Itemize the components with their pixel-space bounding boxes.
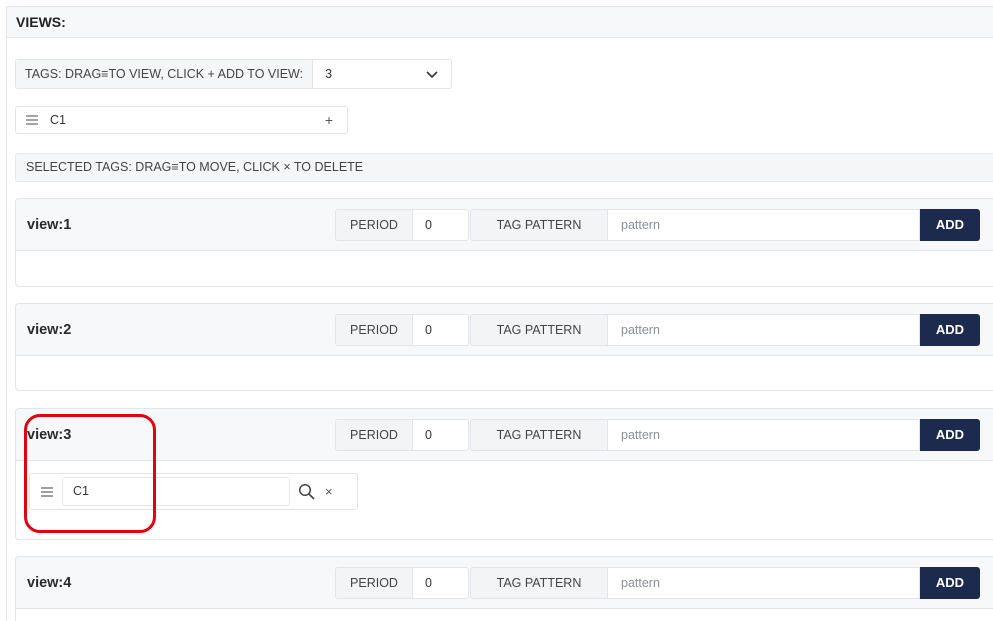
view-tag-c1[interactable]: C1 × [29,473,358,510]
period-input[interactable]: 0 [413,314,469,346]
view-card-header: view:3 PERIOD 0 TAG PATTERN pattern ADD [16,409,993,461]
view-card-3: view:3 PERIOD 0 TAG PATTERN pattern ADD … [15,408,993,540]
chevron-down-icon [426,71,438,79]
tag-pattern-input[interactable]: pattern [608,567,920,599]
views-panel: VIEWS: TAGS: DRAG≡TO VIEW, CLICK + ADD T… [6,6,993,621]
period-input[interactable]: 0 [413,209,469,241]
tag-pattern-group: TAG PATTERN pattern ADD [470,567,980,599]
period-label: PERIOD [335,209,413,241]
available-tag-label: C1 [50,113,66,127]
period-group: PERIOD 0 [335,209,469,241]
view-tag-name-field[interactable]: C1 [62,477,290,506]
period-label: PERIOD [335,314,413,346]
tag-pattern-label: TAG PATTERN [470,314,608,346]
view-card-2: view:2 PERIOD 0 TAG PATTERN pattern ADD [15,303,993,391]
tag-pattern-label: TAG PATTERN [470,209,608,241]
tag-pattern-group: TAG PATTERN pattern ADD [470,419,980,451]
view-card-header: view:4 PERIOD 0 TAG PATTERN pattern ADD [16,557,993,609]
view-card-4: view:4 PERIOD 0 TAG PATTERN pattern ADD [15,556,993,621]
add-pattern-button[interactable]: ADD [920,419,980,451]
tag-pattern-group: TAG PATTERN pattern ADD [470,209,980,241]
view-select-dropdown[interactable]: 3 [313,60,451,88]
period-input[interactable]: 0 [413,419,469,451]
add-pattern-button[interactable]: ADD [920,567,980,599]
add-pattern-button[interactable]: ADD [920,314,980,346]
drag-handle-icon[interactable] [41,486,53,497]
tag-pattern-label: TAG PATTERN [470,419,608,451]
search-icon[interactable] [298,483,315,500]
period-input[interactable]: 0 [413,567,469,599]
period-group: PERIOD 0 [335,567,469,599]
drag-handle-icon[interactable] [26,115,38,125]
tag-pattern-label: TAG PATTERN [470,567,608,599]
period-label: PERIOD [335,419,413,451]
tag-pattern-input[interactable]: pattern [608,314,920,346]
tag-pattern-group: TAG PATTERN pattern ADD [470,314,980,346]
view-card-1: view:1 PERIOD 0 TAG PATTERN pattern ADD [15,198,993,287]
period-group: PERIOD 0 [335,314,469,346]
view-title: view:1 [27,217,72,233]
tags-toolbar: TAGS: DRAG≡TO VIEW, CLICK + ADD TO VIEW:… [15,59,453,89]
tag-pattern-input[interactable]: pattern [608,209,920,241]
view-title: view:2 [27,322,72,338]
view-card-header: view:2 PERIOD 0 TAG PATTERN pattern ADD [16,304,993,356]
view-title: view:4 [27,575,72,591]
period-label: PERIOD [335,567,413,599]
period-group: PERIOD 0 [335,419,469,451]
tags-instruction-label: TAGS: DRAG≡TO VIEW, CLICK + ADD TO VIEW: [16,60,314,88]
view-title: view:3 [27,427,72,443]
view-select-value: 3 [325,67,333,81]
tag-pattern-input[interactable]: pattern [608,419,920,451]
add-pattern-button[interactable]: ADD [920,209,980,241]
add-tag-to-view-button[interactable]: + [325,112,333,128]
view-card-header: view:1 PERIOD 0 TAG PATTERN pattern ADD [16,199,993,251]
remove-tag-button[interactable]: × [325,484,333,499]
views-header: VIEWS: [7,7,993,38]
available-tag-c1[interactable]: C1 + [15,106,348,134]
selected-tags-label: SELECTED TAGS: DRAG≡TO MOVE, CLICK × TO … [15,153,993,182]
